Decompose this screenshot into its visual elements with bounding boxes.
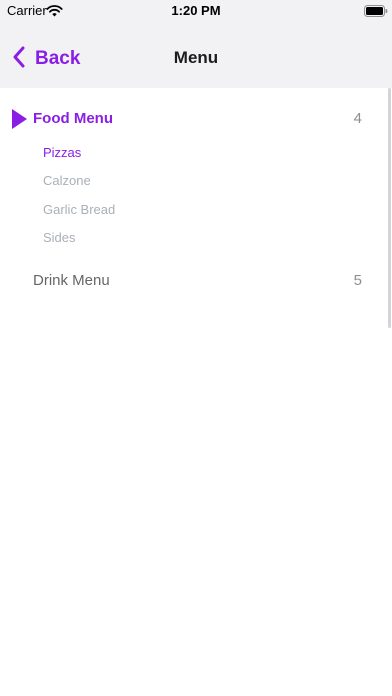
- section-label: Drink Menu: [33, 272, 110, 289]
- page-title: Menu: [173, 48, 219, 67]
- menu-item-sides[interactable]: Sides: [43, 230, 76, 245]
- expanded-triangle-icon: [12, 109, 27, 134]
- section-count: 4: [353, 110, 362, 127]
- battery-icon: [364, 4, 388, 22]
- section-header-drink-menu[interactable]: Drink Menu 5: [0, 266, 392, 296]
- status-bar: Carrier 1:20 PM: [0, 0, 392, 22]
- menu-item-pizzas[interactable]: Pizzas: [43, 145, 81, 160]
- section-header-food-menu[interactable]: Food Menu 4: [0, 104, 392, 134]
- section-label: Food Menu: [33, 110, 113, 127]
- section-count: 5: [353, 272, 362, 289]
- menu-item-calzone[interactable]: Calzone: [43, 173, 91, 188]
- menu-list[interactable]: Food Menu 4 Pizzas Calzone Garlic Bread …: [0, 88, 392, 696]
- navigation-bar: Back Menu: [0, 22, 392, 88]
- menu-item-garlic-bread[interactable]: Garlic Bread: [43, 202, 115, 217]
- app-screen: Carrier 1:20 PM Back Menu Food Menu 4 Pi…: [0, 0, 392, 696]
- status-time: 1:20 PM: [171, 3, 221, 18]
